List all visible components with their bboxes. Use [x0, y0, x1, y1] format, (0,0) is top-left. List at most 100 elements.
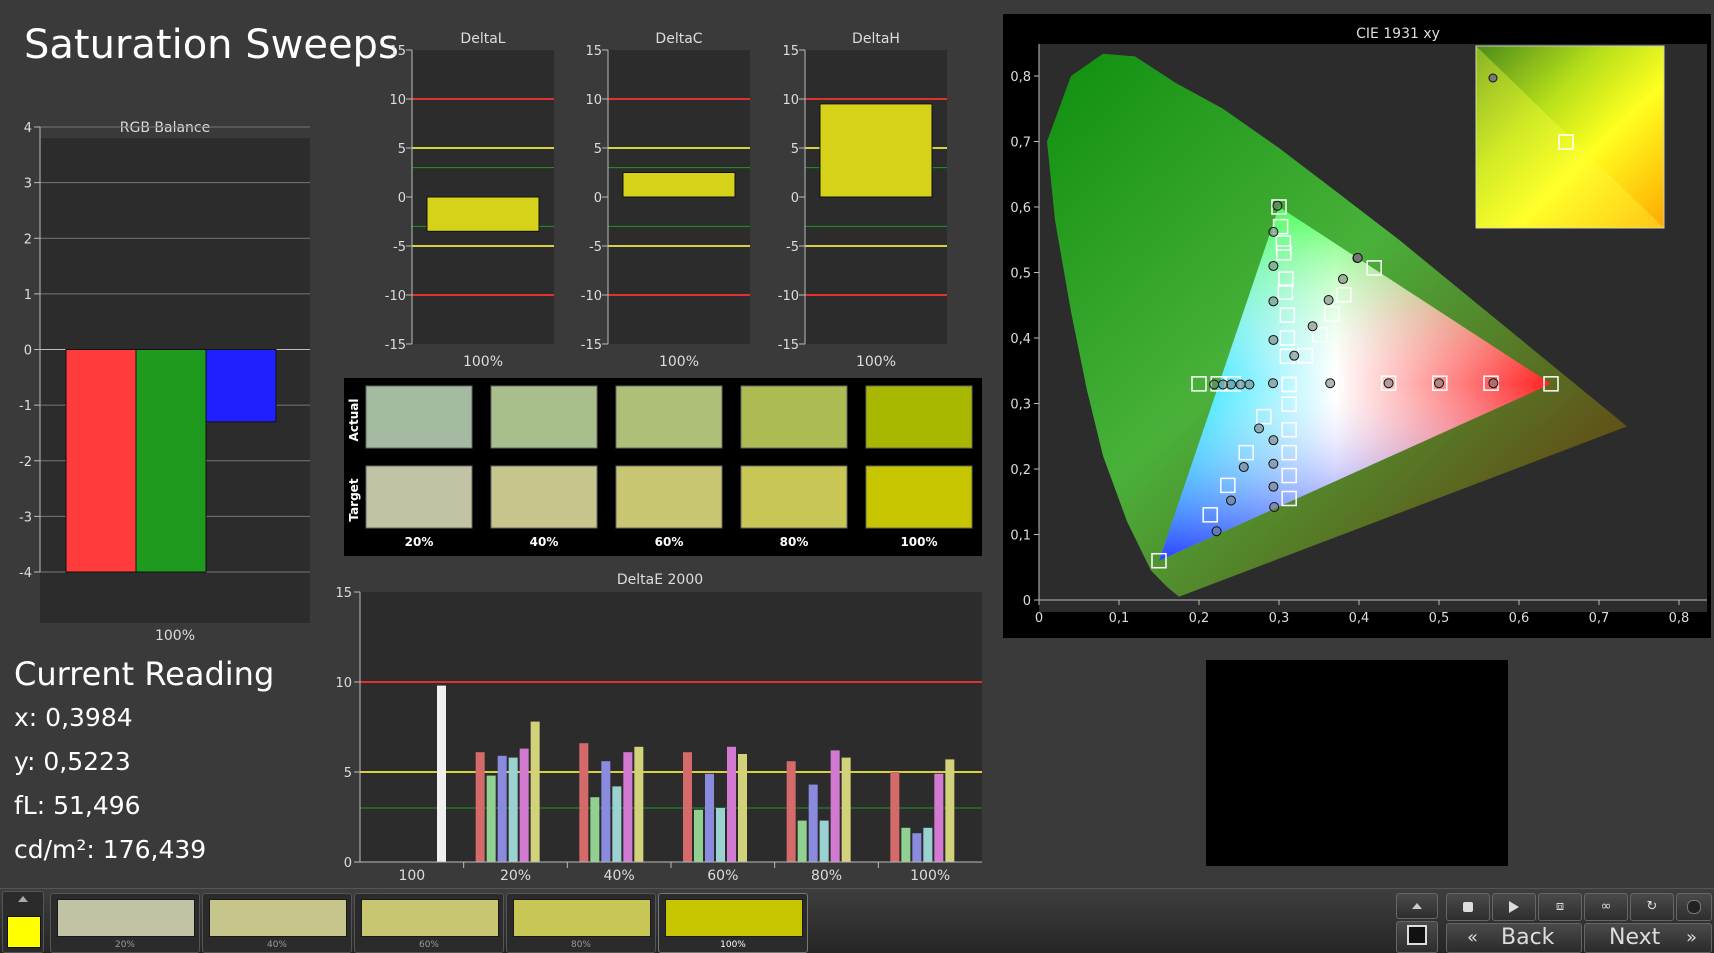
- actual-swatch: [490, 385, 598, 449]
- reading-cdm2: cd/m²: 176,439: [14, 835, 207, 864]
- patch-80[interactable]: 80%: [506, 893, 656, 953]
- delta-tick-label: 5: [791, 142, 799, 157]
- delta-bar: [622, 172, 736, 198]
- patch-color: [665, 899, 803, 937]
- cie-y-tick-label: 0,1: [1010, 529, 1031, 544]
- cie-x-tick-label: 0,4: [1349, 611, 1370, 626]
- rgb-tick-label: 1: [24, 288, 32, 303]
- delta-tick-label: 15: [389, 44, 406, 59]
- rgb-balance-chart: RGB Balance 4 3 2 1 0 -1 -2 -3 -4 100%: [19, 120, 310, 644]
- deltae-group-label: 100: [398, 868, 425, 884]
- loop-button[interactable]: ∞: [1584, 893, 1628, 921]
- patch-color: [57, 899, 195, 937]
- cie-measured-point: [1383, 378, 1394, 389]
- cie-measured-point: [1338, 274, 1348, 285]
- delta-tick-label: -15: [385, 338, 406, 353]
- current-color-fill: [7, 916, 41, 948]
- delta-tick-label: 10: [782, 93, 799, 108]
- cie-x-tick-label: 0,3: [1269, 611, 1290, 626]
- delta-tick-label: -10: [385, 289, 406, 304]
- delta-chart-title: DeltaH: [852, 31, 900, 47]
- target-swatch: [490, 465, 598, 529]
- cie-y-tick-label: 0,6: [1010, 201, 1031, 216]
- eject-button[interactable]: [1396, 893, 1438, 919]
- reading-x: x: 0,3984: [14, 703, 133, 732]
- delta-x-label: 100%: [463, 354, 503, 370]
- cie-measured-point: [1307, 321, 1318, 332]
- rgb-bar: [205, 349, 277, 423]
- cie-measured-point: [1289, 350, 1300, 361]
- rgb-tick-label: -3: [19, 510, 32, 525]
- delta-bar: [426, 196, 540, 232]
- cie-measured-point: [1218, 379, 1228, 390]
- stop-icon: [1407, 924, 1427, 945]
- cie-measured-point: [1268, 260, 1279, 271]
- cie-x-tick-label: 0,5: [1429, 611, 1450, 626]
- deltae-bar: [623, 752, 633, 862]
- deltae-bar: [508, 757, 518, 862]
- deltae-bar: [716, 808, 725, 862]
- actual-swatch: [615, 385, 723, 449]
- refresh-button[interactable]: ↻: [1630, 893, 1674, 921]
- deltae-bar: [923, 827, 933, 862]
- deltae-tick-label: 5: [344, 766, 352, 781]
- swatch-label: 80%: [780, 535, 809, 549]
- patch-60[interactable]: 60%: [354, 893, 504, 953]
- delta-tick-label: 0: [791, 191, 799, 206]
- target-swatch: [740, 465, 848, 529]
- deltae-bar: [590, 797, 600, 862]
- deltae-group-label: 60%: [707, 868, 738, 884]
- deltae-bar: [634, 746, 644, 862]
- delta-chart-title: DeltaL: [460, 31, 505, 47]
- cie-measured-point: [1211, 526, 1222, 537]
- swatch-label: 60%: [655, 535, 684, 549]
- cie-x-tick-label: 0: [1035, 611, 1043, 626]
- deltae-bar: [727, 746, 736, 862]
- cie-measured-point: [1272, 200, 1283, 211]
- swatch-label: 40%: [530, 535, 559, 549]
- delta-tick-label: 5: [398, 142, 406, 157]
- cie-y-tick-label: 0,2: [1010, 463, 1031, 478]
- deltae-bar: [819, 820, 829, 862]
- back-button[interactable]: « Back: [1446, 923, 1582, 953]
- swatch-label: 20%: [405, 535, 434, 549]
- deltae-bar: [530, 721, 540, 862]
- delta-tick-label: 10: [389, 93, 406, 108]
- current-color-chip[interactable]: [2, 891, 44, 953]
- cie-measured-point: [1488, 378, 1499, 389]
- swatch-row-target: Target: [347, 478, 361, 521]
- deltae-tick-label: 10: [335, 676, 352, 691]
- deltae-bar: [841, 757, 851, 862]
- next-button[interactable]: Next »: [1584, 923, 1712, 953]
- play-button[interactable]: [1492, 893, 1536, 921]
- measure-button[interactable]: ⧈: [1538, 893, 1582, 921]
- deltae-tick-label: 0: [344, 856, 352, 871]
- rgb-balance-title: RGB Balance: [120, 120, 210, 136]
- stop-button-large[interactable]: [1396, 921, 1438, 953]
- rgb-tick-label: 3: [24, 177, 32, 192]
- cie-y-tick-label: 0,8: [1010, 70, 1031, 85]
- cie-x-tick-label: 0,1: [1109, 611, 1130, 626]
- patch-40[interactable]: 40%: [202, 893, 352, 953]
- deltae-bar: [437, 685, 446, 862]
- patch-100[interactable]: 100%: [658, 893, 808, 953]
- chevron-double-right-icon: »: [1685, 927, 1697, 948]
- delta-tick-label: 15: [782, 44, 799, 59]
- deltae-bar: [738, 754, 747, 862]
- deltae-bar: [519, 748, 529, 862]
- cie-measured-point: [1269, 501, 1280, 512]
- stop-button[interactable]: [1446, 893, 1490, 921]
- delta-tick-label: 0: [398, 191, 406, 206]
- cie-measured-point: [1268, 458, 1279, 469]
- rgb-tick-label: -2: [19, 455, 32, 470]
- deltae-bar: [601, 761, 611, 862]
- rgb-tick-label: 4: [24, 121, 32, 136]
- swatch-panel: Actual Target 20% 40% 60% 80% 100%: [344, 378, 982, 556]
- delta-tick-label: -10: [581, 289, 602, 304]
- record-button[interactable]: [1676, 893, 1712, 921]
- cie-measured-point: [1235, 379, 1246, 390]
- delta-tick-label: -15: [778, 338, 799, 353]
- reading-y: y: 0,5223: [14, 747, 131, 776]
- patch-color: [209, 899, 347, 937]
- patch-20[interactable]: 20%: [50, 893, 200, 953]
